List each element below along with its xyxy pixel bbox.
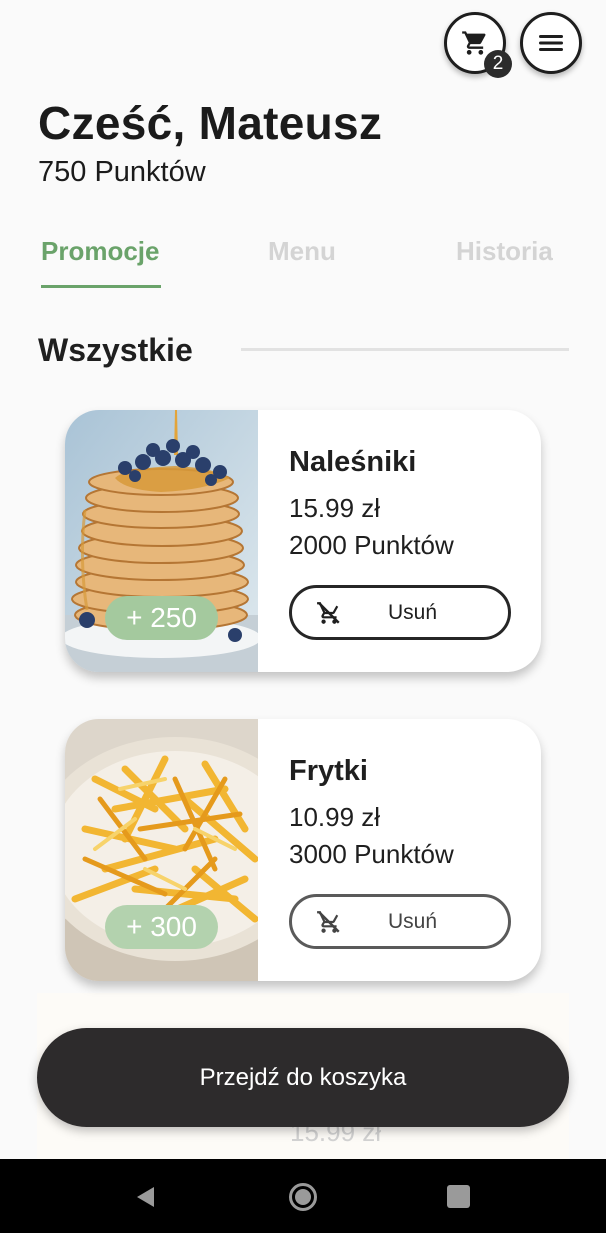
product-points: 2000 Punktów [289,530,454,560]
remove-button-label: Usuń [388,910,438,933]
bonus-points-badge: + 250 [105,596,218,640]
product-price: 10.99 zł [289,802,381,832]
tab-promocje[interactable]: Promocje [41,236,160,267]
section-title: Wszystkie [38,332,193,368]
product-price: 15.99 zł [289,493,381,523]
menu-button[interactable] [520,12,582,74]
greeting-title: Cześć, Mateusz [38,97,383,149]
bonus-points-badge: + 300 [105,905,218,949]
remove-from-cart-icon [317,911,340,933]
app-screen: 2 Cześć, Mateusz 750 Punktów Promocje Me… [0,0,606,1233]
cart-count-badge: 2 [484,50,512,78]
product-name: Naleśniki [289,446,417,478]
fries-image: + 300 [65,719,258,981]
section-divider [241,348,569,351]
cart-icon [462,31,486,55]
remove-from-cart-icon [317,602,340,624]
tab-menu[interactable]: Menu [268,236,336,267]
recent-apps-icon[interactable] [447,1185,470,1208]
active-tab-indicator [41,285,161,288]
back-icon[interactable] [134,1185,156,1209]
product-card[interactable]: + 250 Naleśniki 15.99 zł 2000 Punktów Us… [65,410,541,672]
remove-button-label: Usuń [388,601,438,624]
product-points: 3000 Punktów [289,839,454,869]
go-to-cart-button[interactable]: Przejdź do koszyka [37,1028,569,1127]
product-name: Frytki [289,755,368,787]
tab-historia[interactable]: Historia [456,236,553,267]
pancakes-image: + 250 [65,410,258,672]
home-icon[interactable] [289,1183,317,1211]
hamburger-menu-icon [539,35,563,51]
remove-from-cart-button[interactable]: Usuń [289,585,511,640]
remove-from-cart-button[interactable]: Usuń [289,894,511,949]
product-card[interactable]: + 300 Frytki 10.99 zł 3000 Punktów Usuń [65,719,541,981]
points-balance: 750 Punktów [38,156,206,188]
